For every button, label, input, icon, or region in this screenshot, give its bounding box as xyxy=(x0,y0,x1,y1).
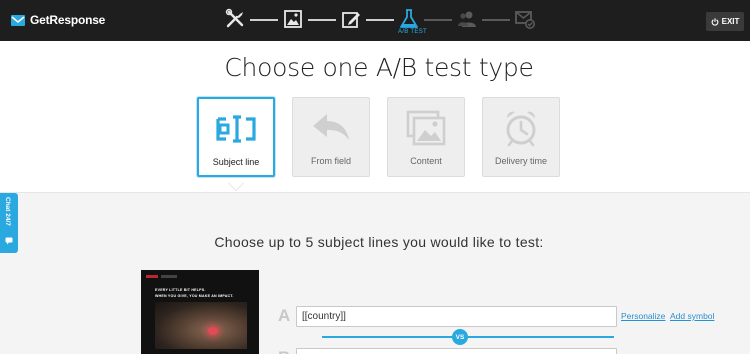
logo[interactable]: GetResponse xyxy=(11,13,105,27)
email-preview-thumbnail[interactable]: EVERY LITTLE BIT HELPS. WHEN YOU GIVE, Y… xyxy=(141,270,259,354)
test-type-delivery-time[interactable]: Delivery time xyxy=(482,97,560,177)
envelope-logo-icon xyxy=(11,14,25,26)
selected-card-pointer xyxy=(228,182,244,190)
test-type-content[interactable]: Content xyxy=(387,97,465,177)
preview-headline-1: EVERY LITTLE BIT HELPS. xyxy=(155,288,206,292)
step-settings[interactable] xyxy=(224,8,246,30)
template-image-icon xyxy=(284,10,302,28)
alarm-clock-icon xyxy=(506,111,536,147)
step-ab-test[interactable] xyxy=(398,8,420,30)
step-template[interactable] xyxy=(282,8,304,30)
test-type-from-field[interactable]: From field xyxy=(292,97,370,177)
subject-lines-section: Choose up to 5 subject lines you would l… xyxy=(0,192,750,354)
logo-text: GetResponse xyxy=(30,13,106,27)
preview-logo xyxy=(146,275,158,278)
step-connector xyxy=(308,19,336,21)
send-mail-icon xyxy=(515,11,535,29)
exit-label: EXIT xyxy=(721,17,740,26)
heart-icon xyxy=(208,327,218,335)
variant-b-letter: B xyxy=(278,348,290,354)
wizard-steps: A/B TEST xyxy=(224,4,544,38)
power-icon xyxy=(711,17,719,26)
exit-button[interactable]: EXIT xyxy=(706,12,744,31)
step-editor[interactable] xyxy=(340,8,362,30)
contacts-icon xyxy=(458,11,476,27)
page-title: Choose one A/B test type xyxy=(224,53,534,82)
step-connector xyxy=(482,19,510,21)
vs-divider xyxy=(322,336,614,338)
section-subtitle: Choose up to 5 subject lines you would l… xyxy=(214,234,544,250)
step-send[interactable] xyxy=(514,8,536,30)
step-connector xyxy=(250,19,278,21)
from-field-label: From field xyxy=(310,156,351,166)
subject-line-icon xyxy=(216,115,256,143)
preview-hands-photo xyxy=(155,302,247,349)
add-symbol-link[interactable]: Add symbol xyxy=(670,311,714,321)
test-type-subject-line[interactable]: Subject line xyxy=(197,97,275,177)
subject-line-label: Subject line xyxy=(212,157,260,167)
delivery-time-label: Delivery time xyxy=(494,156,547,166)
vs-badge: VS xyxy=(452,329,468,345)
chat-bubble-icon xyxy=(5,237,13,245)
subject-line-b-input[interactable] xyxy=(296,348,617,354)
tools-icon xyxy=(225,8,244,28)
variant-a-letter: A xyxy=(278,306,291,325)
chat-label: Chat 24/7 xyxy=(4,197,11,226)
reply-arrow-icon xyxy=(313,114,349,140)
preview-headline-2: WHEN YOU GIVE, YOU MAKE AN IMPACT. xyxy=(155,294,234,298)
preview-header-line xyxy=(161,275,177,278)
flask-icon xyxy=(400,9,418,28)
top-bar: GetResponse A/B TEST EXIT xyxy=(0,0,750,41)
content-label: Content xyxy=(410,156,442,166)
step-connector xyxy=(424,19,452,21)
personalize-link[interactable]: Personalize xyxy=(621,311,665,321)
edit-icon xyxy=(342,12,360,28)
chat-tab[interactable]: Chat 24/7 xyxy=(0,193,18,253)
images-icon xyxy=(406,110,446,146)
step-recipients[interactable] xyxy=(456,8,478,30)
subject-line-a-input[interactable] xyxy=(296,306,617,327)
step-ab-test-label: A/B TEST xyxy=(398,29,427,35)
step-connector xyxy=(366,19,394,21)
